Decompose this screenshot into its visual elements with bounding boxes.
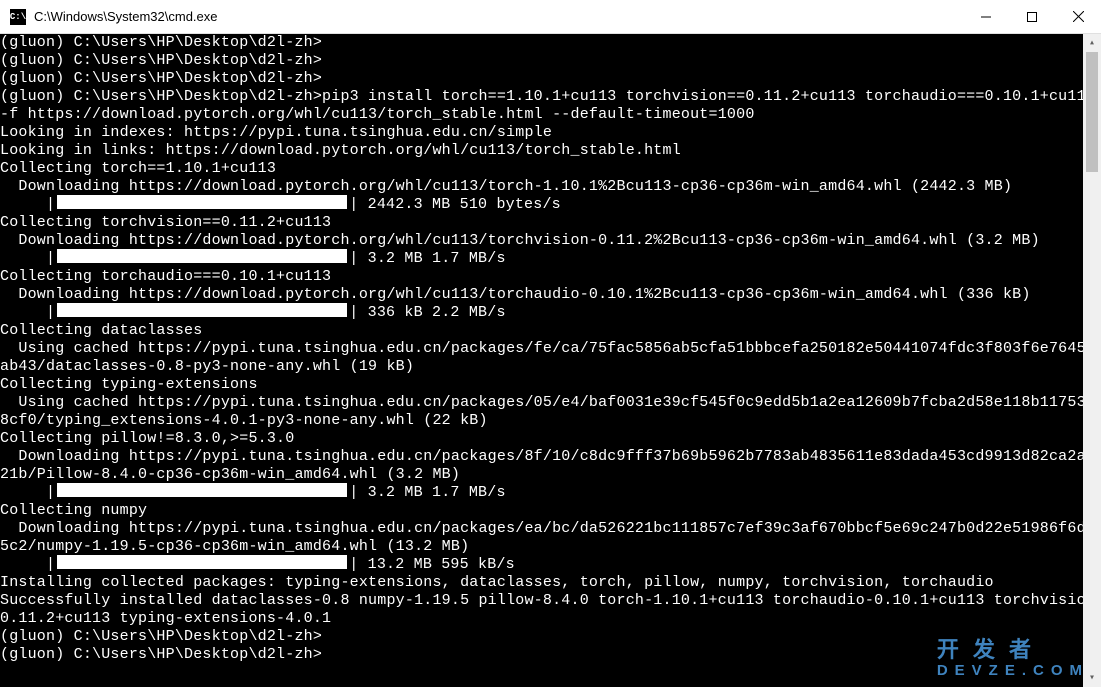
progress-suffix: | 13.2 MB 595 kB/s: [349, 556, 515, 573]
terminal-line: Installing collected packages: typing-ex…: [0, 574, 1083, 592]
minimize-button[interactable]: [963, 0, 1009, 33]
terminal-area: (gluon) C:\Users\HP\Desktop\d2l-zh>(gluo…: [0, 34, 1101, 687]
terminal-line: Collecting typing-extensions: [0, 376, 1083, 394]
terminal-line: Collecting torchvision==0.11.2+cu113: [0, 214, 1083, 232]
terminal-line: (gluon) C:\Users\HP\Desktop\d2l-zh>pip3 …: [0, 88, 1083, 106]
terminal-line: 5c2/numpy-1.19.5-cp36-cp36m-win_amd64.wh…: [0, 538, 1083, 556]
terminal-line: 8cf0/typing_extensions-4.0.1-py3-none-an…: [0, 412, 1083, 430]
terminal-line: Collecting numpy: [0, 502, 1083, 520]
progress-line: | | 336 kB 2.2 MB/s: [0, 304, 1083, 322]
terminal-line: Looking in indexes: https://pypi.tuna.ts…: [0, 124, 1083, 142]
progress-bar: [57, 483, 347, 497]
terminal-line: Downloading https://download.pytorch.org…: [0, 232, 1083, 250]
progress-line: | | 2442.3 MB 510 bytes/s: [0, 196, 1083, 214]
terminal-line: (gluon) C:\Users\HP\Desktop\d2l-zh>: [0, 52, 1083, 70]
scrollbar-thumb[interactable]: [1086, 52, 1098, 172]
maximize-button[interactable]: [1009, 0, 1055, 33]
progress-prefix: |: [0, 250, 55, 267]
close-button[interactable]: [1055, 0, 1101, 33]
terminal-line: Collecting torch==1.10.1+cu113: [0, 160, 1083, 178]
terminal-line: Successfully installed dataclasses-0.8 n…: [0, 592, 1083, 610]
terminal-line: Collecting pillow!=8.3.0,>=5.3.0: [0, 430, 1083, 448]
terminal-output[interactable]: (gluon) C:\Users\HP\Desktop\d2l-zh>(gluo…: [0, 34, 1083, 687]
terminal-line: Collecting torchaudio===0.10.1+cu113: [0, 268, 1083, 286]
progress-suffix: | 3.2 MB 1.7 MB/s: [349, 250, 505, 267]
progress-bar: [57, 249, 347, 263]
terminal-line: (gluon) C:\Users\HP\Desktop\d2l-zh>: [0, 34, 1083, 52]
terminal-line: (gluon) C:\Users\HP\Desktop\d2l-zh>: [0, 70, 1083, 88]
progress-line: | | 3.2 MB 1.7 MB/s: [0, 250, 1083, 268]
cmd-icon: C:\: [10, 9, 26, 25]
minimize-icon: [981, 12, 991, 22]
scroll-down-arrow-icon[interactable]: ▾: [1083, 669, 1101, 687]
progress-line: | | 3.2 MB 1.7 MB/s: [0, 484, 1083, 502]
maximize-icon: [1027, 12, 1037, 22]
scroll-up-arrow-icon[interactable]: ▴: [1083, 34, 1101, 52]
window-title: C:\Windows\System32\cmd.exe: [34, 9, 963, 24]
terminal-line: 21b/Pillow-8.4.0-cp36-cp36m-win_amd64.wh…: [0, 466, 1083, 484]
terminal-line: Collecting dataclasses: [0, 322, 1083, 340]
terminal-line: Downloading https://pypi.tuna.tsinghua.e…: [0, 448, 1083, 466]
terminal-line: Downloading https://download.pytorch.org…: [0, 178, 1083, 196]
progress-suffix: | 2442.3 MB 510 bytes/s: [349, 196, 561, 213]
progress-bar: [57, 195, 347, 209]
terminal-line: Using cached https://pypi.tuna.tsinghua.…: [0, 394, 1083, 412]
window-controls: [963, 0, 1101, 33]
vertical-scrollbar[interactable]: ▴ ▾: [1083, 34, 1101, 687]
terminal-line: Downloading https://download.pytorch.org…: [0, 286, 1083, 304]
progress-prefix: |: [0, 196, 55, 213]
progress-line: | | 13.2 MB 595 kB/s: [0, 556, 1083, 574]
terminal-line: Looking in links: https://download.pytor…: [0, 142, 1083, 160]
terminal-line: -f https://download.pytorch.org/whl/cu11…: [0, 106, 1083, 124]
terminal-line: ab43/dataclasses-0.8-py3-none-any.whl (1…: [0, 358, 1083, 376]
progress-suffix: | 336 kB 2.2 MB/s: [349, 304, 505, 321]
progress-bar: [57, 303, 347, 317]
progress-suffix: | 3.2 MB 1.7 MB/s: [349, 484, 505, 501]
progress-bar: [57, 555, 347, 569]
progress-prefix: |: [0, 304, 55, 321]
progress-prefix: |: [0, 556, 55, 573]
terminal-line: (gluon) C:\Users\HP\Desktop\d2l-zh>: [0, 628, 1083, 646]
terminal-line: Downloading https://pypi.tuna.tsinghua.e…: [0, 520, 1083, 538]
terminal-line: Using cached https://pypi.tuna.tsinghua.…: [0, 340, 1083, 358]
close-icon: [1073, 11, 1084, 22]
terminal-line: (gluon) C:\Users\HP\Desktop\d2l-zh>: [0, 646, 1083, 664]
window-titlebar: C:\ C:\Windows\System32\cmd.exe: [0, 0, 1101, 34]
terminal-line: 0.11.2+cu113 typing-extensions-4.0.1: [0, 610, 1083, 628]
progress-prefix: |: [0, 484, 55, 501]
